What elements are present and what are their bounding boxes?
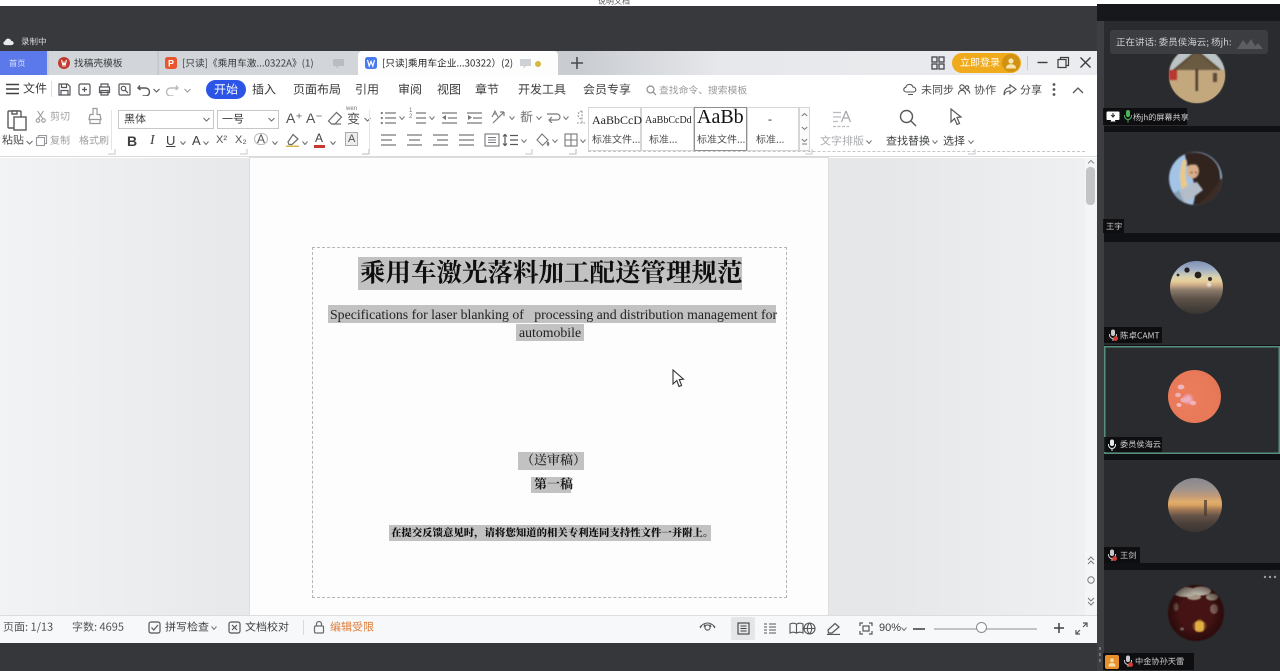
svg-text:P: P [168,59,174,69]
